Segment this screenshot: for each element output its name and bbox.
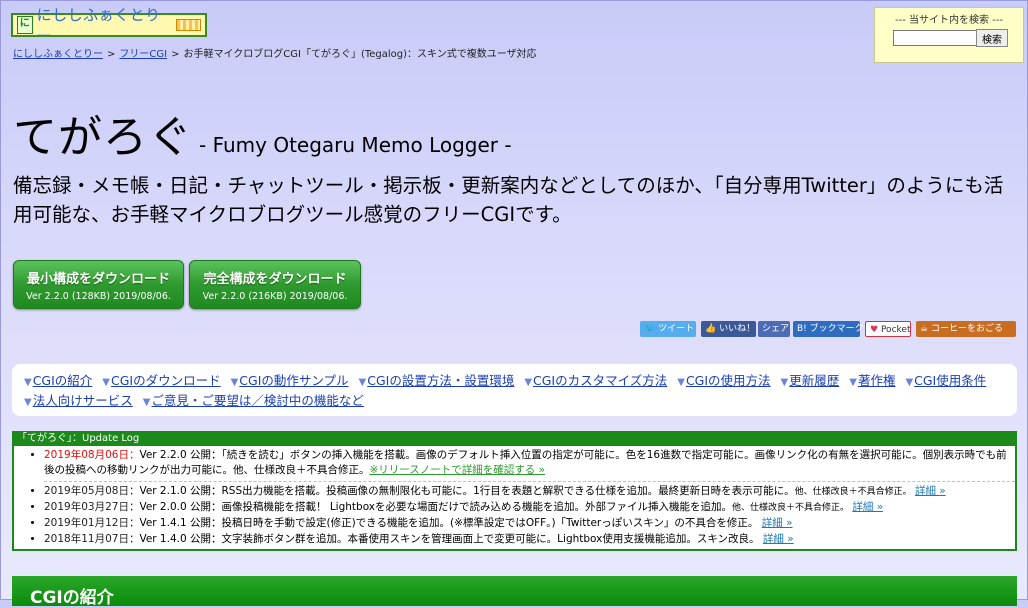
triangle-down-icon: ▼ [24, 397, 32, 408]
triangle-down-icon: ▼ [24, 377, 32, 388]
nav-link[interactable]: CGIの紹介 [33, 373, 93, 388]
logo-text: にししふぁくとりー [36, 6, 161, 45]
triangle-down-icon: ▼ [358, 377, 367, 388]
nav-link[interactable]: 更新履歴 [789, 373, 839, 388]
log-text: Ver 2.0.0 公開：画像投稿機能を搭載！ Lightboxを必要な場面だけ… [139, 501, 733, 513]
page-nav: ▼CGIの紹介 ▼CGIのダウンロード ▼CGIの動作サンプル ▼CGIの設置方… [12, 364, 1017, 416]
triangle-down-icon: ▼ [905, 377, 914, 388]
nav-link[interactable]: 法人向けサービス [33, 393, 133, 408]
logo-decoration-icon [175, 19, 201, 31]
breadcrumb-separator: > [107, 49, 116, 60]
nav-link[interactable]: CGIの動作サンプル [239, 373, 348, 388]
thumbs-up-icon: 👍 [705, 324, 717, 334]
nav-link[interactable]: CGIのカスタマイズ方法 [533, 373, 667, 388]
twitter-icon: 🐦 [644, 324, 656, 334]
list-item: 2018年11月07日：Ver 1.4.0 公開：文字装飾ボタン群を追加。本番使… [44, 532, 1015, 548]
logo-mark-icon: に [17, 16, 33, 34]
details-link[interactable]: 詳細 » [763, 533, 794, 545]
download-full-title: 完全構成をダウンロード [203, 272, 347, 287]
list-item: 2019年03月27日：Ver 2.0.0 公開：画像投稿機能を搭載！ Ligh… [44, 500, 1015, 516]
pocket-button[interactable]: ♥ Pocket [865, 321, 911, 337]
coffee-icon: ☕ [920, 324, 929, 334]
download-full-button[interactable]: 完全構成をダウンロード Ver 2.2.0 (216KB) 2019/08/06… [189, 260, 361, 309]
page-title-sub: - Fumy Otegaru Memo Logger - [199, 133, 512, 157]
log-date: 2019年03月27日： [44, 501, 140, 513]
log-text: Ver 1.4.0 公開：文字装飾ボタン群を追加。本番使用スキンを管理画面上で変… [139, 533, 760, 545]
triangle-down-icon: ▼ [230, 377, 239, 388]
nav-link[interactable]: ご意見・ご要望は／検討中の機能など [151, 393, 364, 408]
log-date: 2019年01月12日： [44, 517, 140, 529]
nav-link[interactable]: CGIの使用方法 [686, 373, 771, 388]
details-link[interactable]: 詳細 » [852, 501, 883, 513]
facebook-share-button[interactable]: シェア [758, 321, 790, 337]
tweet-label: ツイート [658, 324, 695, 334]
page-title-main: てがろぐ [13, 112, 193, 163]
breadcrumb-current: お手軽マイクロブログCGI「てがろぐ」(Tegalog)：スキン式で複数ユーザ対… [183, 49, 537, 60]
download-full-version: Ver 2.2.0 (216KB) 2019/08/06. [202, 291, 348, 302]
update-log-list: 2019年08月06日：Ver 2.2.0 公開：「続きを読む」ボタンの挿入機能… [14, 448, 1015, 548]
nav-link[interactable]: CGIの設置方法・設置環境 [367, 373, 514, 388]
update-log-header: 「てがろぐ」：Update Log [14, 433, 1015, 446]
list-item: 2019年05月08日：Ver 2.1.0 公開：RSS出力機能を搭載。投稿画像… [44, 484, 1015, 500]
log-text: Ver 1.4.1 公開：投稿日時を手動で設定(修正)できる機能を追加。(※標準… [139, 517, 759, 529]
triangle-down-icon: ▼ [142, 397, 151, 408]
list-item: 2019年01月12日：Ver 1.4.1 公開：投稿日時を手動で設定(修正)で… [44, 516, 1015, 532]
download-minimal-title: 最小構成をダウンロード [26, 272, 170, 287]
coffee-label: コーヒーをおごる [930, 324, 1003, 334]
triangle-down-icon: ▼ [102, 377, 110, 388]
details-link[interactable]: 詳細 » [915, 485, 946, 497]
pocket-label: Pocket [880, 325, 911, 335]
like-label: いいね！ [719, 324, 756, 334]
download-minimal-button[interactable]: 最小構成をダウンロード Ver 2.2.0 (128KB) 2019/08/06… [13, 260, 184, 309]
triangle-down-icon: ▼ [524, 377, 533, 388]
facebook-like-button[interactable]: 👍 いいね！ [701, 321, 756, 337]
lead-text: 備忘録・メモ帳・日記・チャットツール・掲示板・更新案内などとしてのほか、「自分専… [13, 174, 1004, 226]
triangle-down-icon: ▼ [677, 377, 685, 388]
triangle-down-icon: ▼ [849, 377, 857, 388]
breadcrumb-home-link[interactable]: にししふぁくとりー [13, 49, 103, 60]
hatena-bookmark-button[interactable]: B! ブックマーク [793, 321, 864, 337]
details-link[interactable]: 詳細 » [762, 517, 793, 529]
search-label: --- 当サイト内を検索 --- [894, 15, 1003, 26]
log-date: 2018年11月07日： [44, 533, 140, 545]
log-small: 他、仕様改良＋不具合修正。 [794, 487, 912, 497]
section-header: CGIの紹介 [12, 576, 1017, 608]
log-small: 他、仕様改良＋不具合修正。 [732, 503, 850, 513]
log-date: 2019年08月06日： [44, 449, 140, 461]
update-log: 「てがろぐ」：Update Log 2019年08月06日：Ver 2.2.0 … [12, 431, 1017, 551]
site-logo[interactable]: に にししふぁくとりー [11, 6, 207, 45]
nav-link[interactable]: CGIのダウンロード [111, 373, 221, 388]
breadcrumb-separator: > [171, 49, 180, 60]
pocket-icon: ♥ [870, 325, 879, 335]
list-item: 2019年08月06日：Ver 2.2.0 公開：「続きを読む」ボタンの挿入機能… [44, 448, 1015, 482]
tweet-button[interactable]: 🐦 ツイート [640, 321, 696, 337]
triangle-down-icon: ▼ [780, 377, 789, 388]
download-minimal-version: Ver 2.2.0 (128KB) 2019/08/06. [26, 291, 171, 302]
log-date: 2019年05月08日： [44, 485, 140, 497]
release-notes-link[interactable]: ※リリースノートで詳細を確認する » [370, 464, 546, 476]
site-search: --- 当サイト内を検索 --- 検索 [874, 7, 1024, 63]
page-title: てがろぐ - Fumy Otegaru Memo Logger - [13, 101, 512, 165]
nav-link[interactable]: CGI使用条件 [914, 373, 986, 388]
breadcrumb-cgi-link[interactable]: フリーCGI [119, 49, 167, 60]
breadcrumb: にししふぁくとりー > フリーCGI > お手軽マイクロブログCGI「てがろぐ」(Teg… [13, 45, 537, 60]
search-input[interactable] [893, 30, 977, 46]
nav-link[interactable]: 著作権 [858, 373, 896, 388]
log-text: Ver 2.1.0 公開：RSS出力機能を搭載。投稿画像の無制限化も可能に。1行… [139, 485, 795, 497]
coffee-button[interactable]: ☕ コーヒーをおごる [916, 321, 1016, 337]
search-button[interactable]: 検索 [976, 29, 1008, 47]
